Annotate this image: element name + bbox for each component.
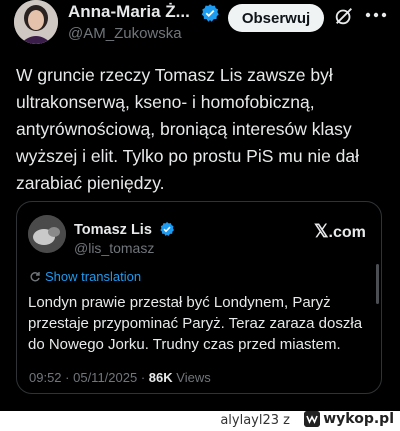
verified-badge-icon [160,222,174,236]
author-avatar[interactable] [14,0,58,44]
views-label: Views [176,370,211,385]
quoted-author-avatar[interactable] [28,215,66,253]
quoted-author-name[interactable]: Tomasz Lis [74,222,152,238]
author-handle[interactable]: @AM_Zukowska [68,25,182,42]
x-logo-icon: 𝕏 [314,221,329,241]
wykop-site-name: wykop.pl [323,411,394,427]
follow-button[interactable]: Obserwuj [228,4,324,32]
quoted-post-meta: 09:52 · 05/11/2025 · 86K Views [29,370,211,385]
footer-username[interactable]: alylayl23 [220,413,279,428]
verified-badge-icon [201,4,219,22]
quoted-post-text: Londyn prawie przestał być Londynem, Par… [28,294,363,353]
wykop-brand[interactable]: wykop.pl [304,411,394,427]
translate-icon [30,271,40,281]
quoted-author-handle[interactable]: @lis_tomasz [74,240,154,256]
more-icon[interactable] [365,12,387,18]
grok-icon[interactable] [333,5,355,27]
post-card: Anna-Maria Ż... @AM_Zukowska Obserwuj W … [0,0,400,411]
footer-separator: z [283,413,290,428]
show-translation-label: Show translation [45,269,142,284]
show-translation-link[interactable]: Show translation [29,269,141,284]
wykop-logo-icon [304,411,321,427]
footer-attribution: alylayl23 z [220,413,290,428]
views-count: 86K [148,370,173,385]
scrollbar[interactable] [376,264,379,304]
post-text: W gruncie rzeczy Tomasz Lis zawsze był u… [16,65,360,193]
post-time: 09:52 [29,370,62,385]
x-brand-text: .com [328,224,366,241]
author-name[interactable]: Anna-Maria Ż... [68,2,190,22]
post-date: 05/11/2025 [73,370,138,385]
quoted-post[interactable]: Tomasz Lis @lis_tomasz 𝕏.com Show transl… [16,201,382,394]
x-brand: 𝕏.com [314,221,366,242]
